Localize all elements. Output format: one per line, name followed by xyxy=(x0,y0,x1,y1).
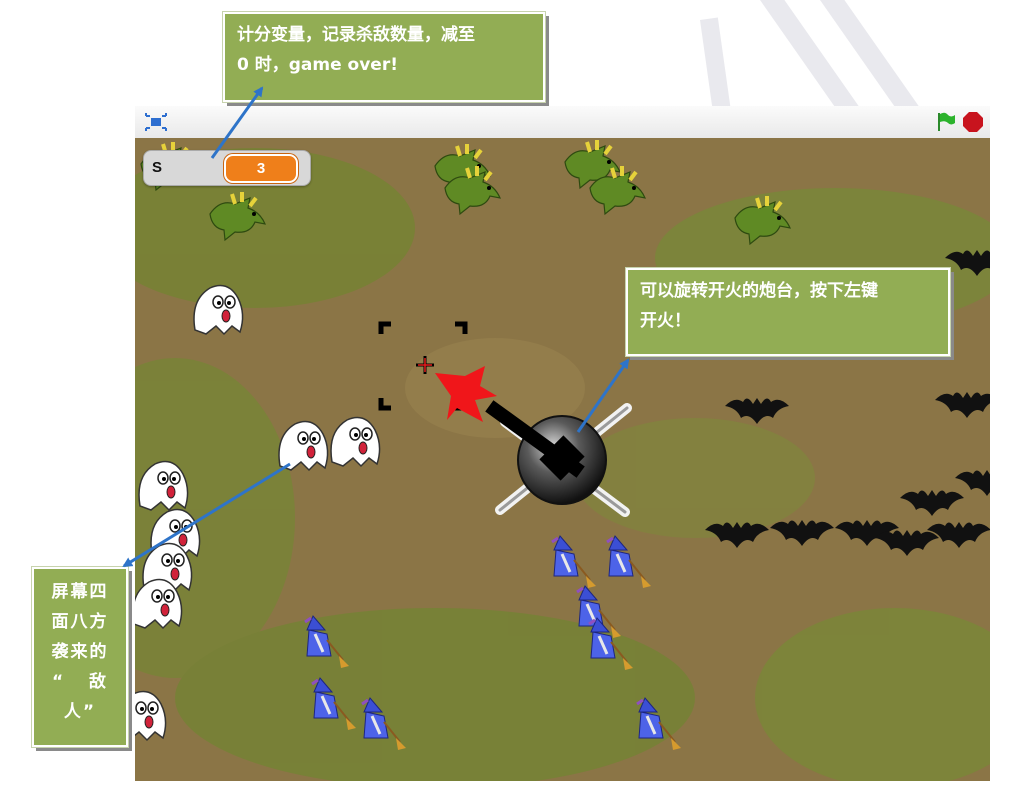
score-variable-monitor: S 3 xyxy=(143,150,311,186)
callout-text: 0 时，game over! xyxy=(237,55,398,75)
stage-toolbar xyxy=(135,106,990,139)
stop-sign-icon[interactable] xyxy=(963,112,983,132)
callout-text: 计分变量，记录杀敌数量，减至 xyxy=(237,25,475,45)
turret-callout: 可以旋转开火的炮台，按下左键 开火！ xyxy=(625,267,951,357)
game-stage[interactable]: S 3 xyxy=(135,138,990,781)
callout-text: 屏幕四 xyxy=(51,582,109,602)
green-flag-icon[interactable] xyxy=(935,111,957,133)
enemies-callout: 屏幕四 面八方 袭来的 “ 敌 人” xyxy=(31,566,129,748)
score-callout: 计分变量，记录杀敌数量，减至 0 时，game over! xyxy=(222,11,546,103)
callout-text: 人” xyxy=(63,702,97,722)
callout-text: 可以旋转开火的炮台，按下左键 xyxy=(640,281,878,301)
stage-scene xyxy=(135,138,990,781)
presentation-mode-icon[interactable] xyxy=(145,112,167,132)
callout-text: “ 敌 xyxy=(52,672,108,692)
score-value: 3 xyxy=(224,154,298,183)
callout-text: 袭来的 xyxy=(51,642,109,662)
callout-text: 开火！ xyxy=(640,311,691,331)
callout-text: 面八方 xyxy=(51,612,109,632)
score-label: S xyxy=(152,159,163,176)
